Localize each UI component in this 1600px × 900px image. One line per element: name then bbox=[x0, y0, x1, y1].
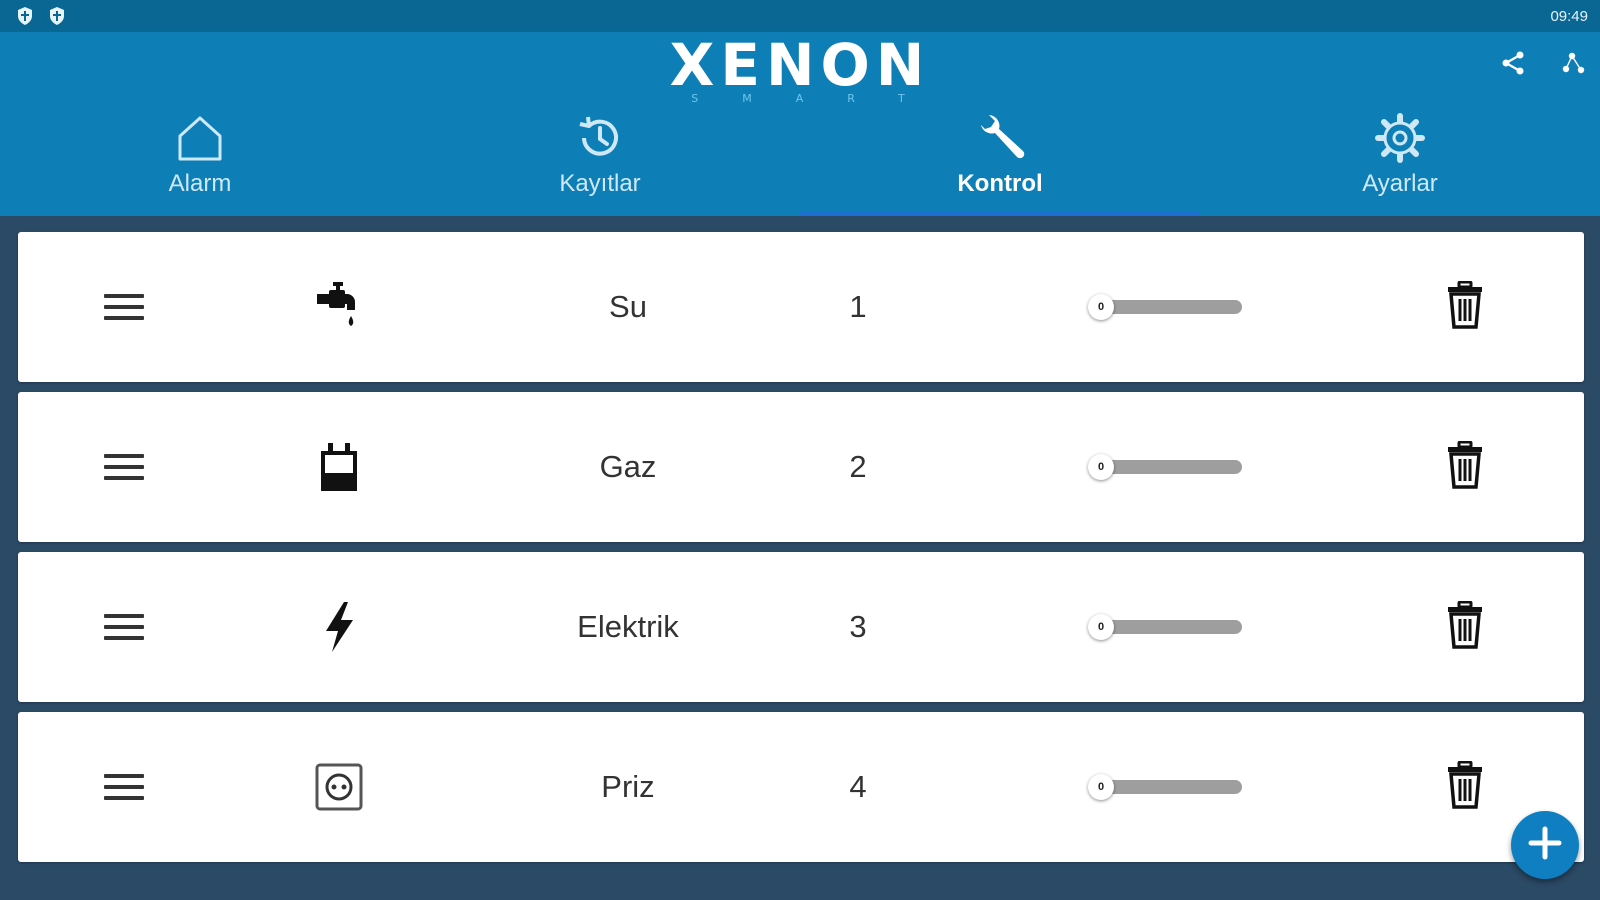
device-number: 1 bbox=[849, 289, 867, 324]
trash-icon bbox=[1446, 600, 1484, 654]
list-item: Elektrik 3 0 bbox=[18, 552, 1584, 702]
device-number: 3 bbox=[849, 609, 867, 644]
trash-icon bbox=[1446, 760, 1484, 814]
drag-handle-icon[interactable] bbox=[104, 607, 144, 647]
tab-label: Kayıtlar bbox=[559, 170, 641, 197]
tab-alarm[interactable]: Alarm bbox=[0, 104, 400, 216]
device-name: Su bbox=[609, 289, 647, 324]
status-icons bbox=[16, 6, 66, 26]
status-bar: 09:49 bbox=[0, 0, 1600, 32]
shield-icon bbox=[16, 6, 34, 26]
trash-icon bbox=[1446, 280, 1484, 334]
tab-ayarlar[interactable]: Ayarlar bbox=[1200, 104, 1600, 216]
device-number: 4 bbox=[849, 769, 867, 804]
gear-icon bbox=[1374, 110, 1426, 166]
slider-track bbox=[1102, 620, 1242, 634]
history-icon bbox=[574, 110, 626, 166]
delete-button[interactable] bbox=[1443, 280, 1487, 334]
logo-text: XENON bbox=[669, 31, 931, 99]
tab-label: Kontrol bbox=[957, 170, 1043, 197]
tab-label: Ayarlar bbox=[1362, 170, 1438, 197]
shield-icon bbox=[48, 6, 66, 26]
power-outlet-icon bbox=[314, 759, 364, 815]
delete-button[interactable] bbox=[1443, 760, 1487, 814]
level-slider[interactable]: 0 bbox=[1088, 294, 1258, 320]
drag-handle-icon[interactable] bbox=[104, 447, 144, 487]
level-slider[interactable]: 0 bbox=[1088, 614, 1258, 640]
share-icon[interactable] bbox=[1500, 50, 1526, 81]
gas-meter-icon bbox=[314, 439, 364, 495]
slider-thumb[interactable]: 0 bbox=[1088, 454, 1114, 480]
device-number: 2 bbox=[849, 449, 867, 484]
drag-handle-icon[interactable] bbox=[104, 767, 144, 807]
drag-handle-icon[interactable] bbox=[104, 287, 144, 327]
header-actions bbox=[1500, 50, 1586, 81]
delete-button[interactable] bbox=[1443, 600, 1487, 654]
plus-icon bbox=[1527, 825, 1563, 866]
clock: 09:49 bbox=[1550, 7, 1588, 25]
control-list: Su 1 0 Gaz 2 0 Elektrik 3 0 Priz 4 0 bbox=[18, 232, 1584, 872]
slider-track bbox=[1102, 780, 1242, 794]
app-header: XENON SMART Alarm Kayıtlar Kontrol Ayarl… bbox=[0, 32, 1600, 216]
delete-button[interactable] bbox=[1443, 440, 1487, 494]
trash-icon bbox=[1446, 440, 1484, 494]
slider-thumb[interactable]: 0 bbox=[1088, 294, 1114, 320]
level-slider[interactable]: 0 bbox=[1088, 454, 1258, 480]
tab-kayitlar[interactable]: Kayıtlar bbox=[400, 104, 800, 216]
tab-bar: Alarm Kayıtlar Kontrol Ayarlar bbox=[0, 104, 1600, 216]
add-button[interactable] bbox=[1511, 811, 1579, 879]
slider-track bbox=[1102, 460, 1242, 474]
device-name: Elektrik bbox=[577, 609, 679, 644]
water-tap-icon bbox=[314, 279, 364, 335]
list-item: Gaz 2 0 bbox=[18, 392, 1584, 542]
device-name: Priz bbox=[601, 769, 655, 804]
list-item: Priz 4 0 bbox=[18, 712, 1584, 862]
wrench-icon bbox=[973, 110, 1027, 166]
tab-kontrol[interactable]: Kontrol bbox=[800, 104, 1200, 216]
app-logo: XENON SMART bbox=[0, 34, 1600, 105]
device-name: Gaz bbox=[599, 449, 657, 484]
tab-label: Alarm bbox=[168, 170, 232, 197]
slider-thumb[interactable]: 0 bbox=[1088, 774, 1114, 800]
level-slider[interactable]: 0 bbox=[1088, 774, 1258, 800]
slider-thumb[interactable]: 0 bbox=[1088, 614, 1114, 640]
network-icon[interactable] bbox=[1562, 51, 1586, 80]
slider-track bbox=[1102, 300, 1242, 314]
list-item: Su 1 0 bbox=[18, 232, 1584, 382]
home-icon bbox=[175, 110, 225, 166]
lightning-icon bbox=[314, 599, 364, 655]
